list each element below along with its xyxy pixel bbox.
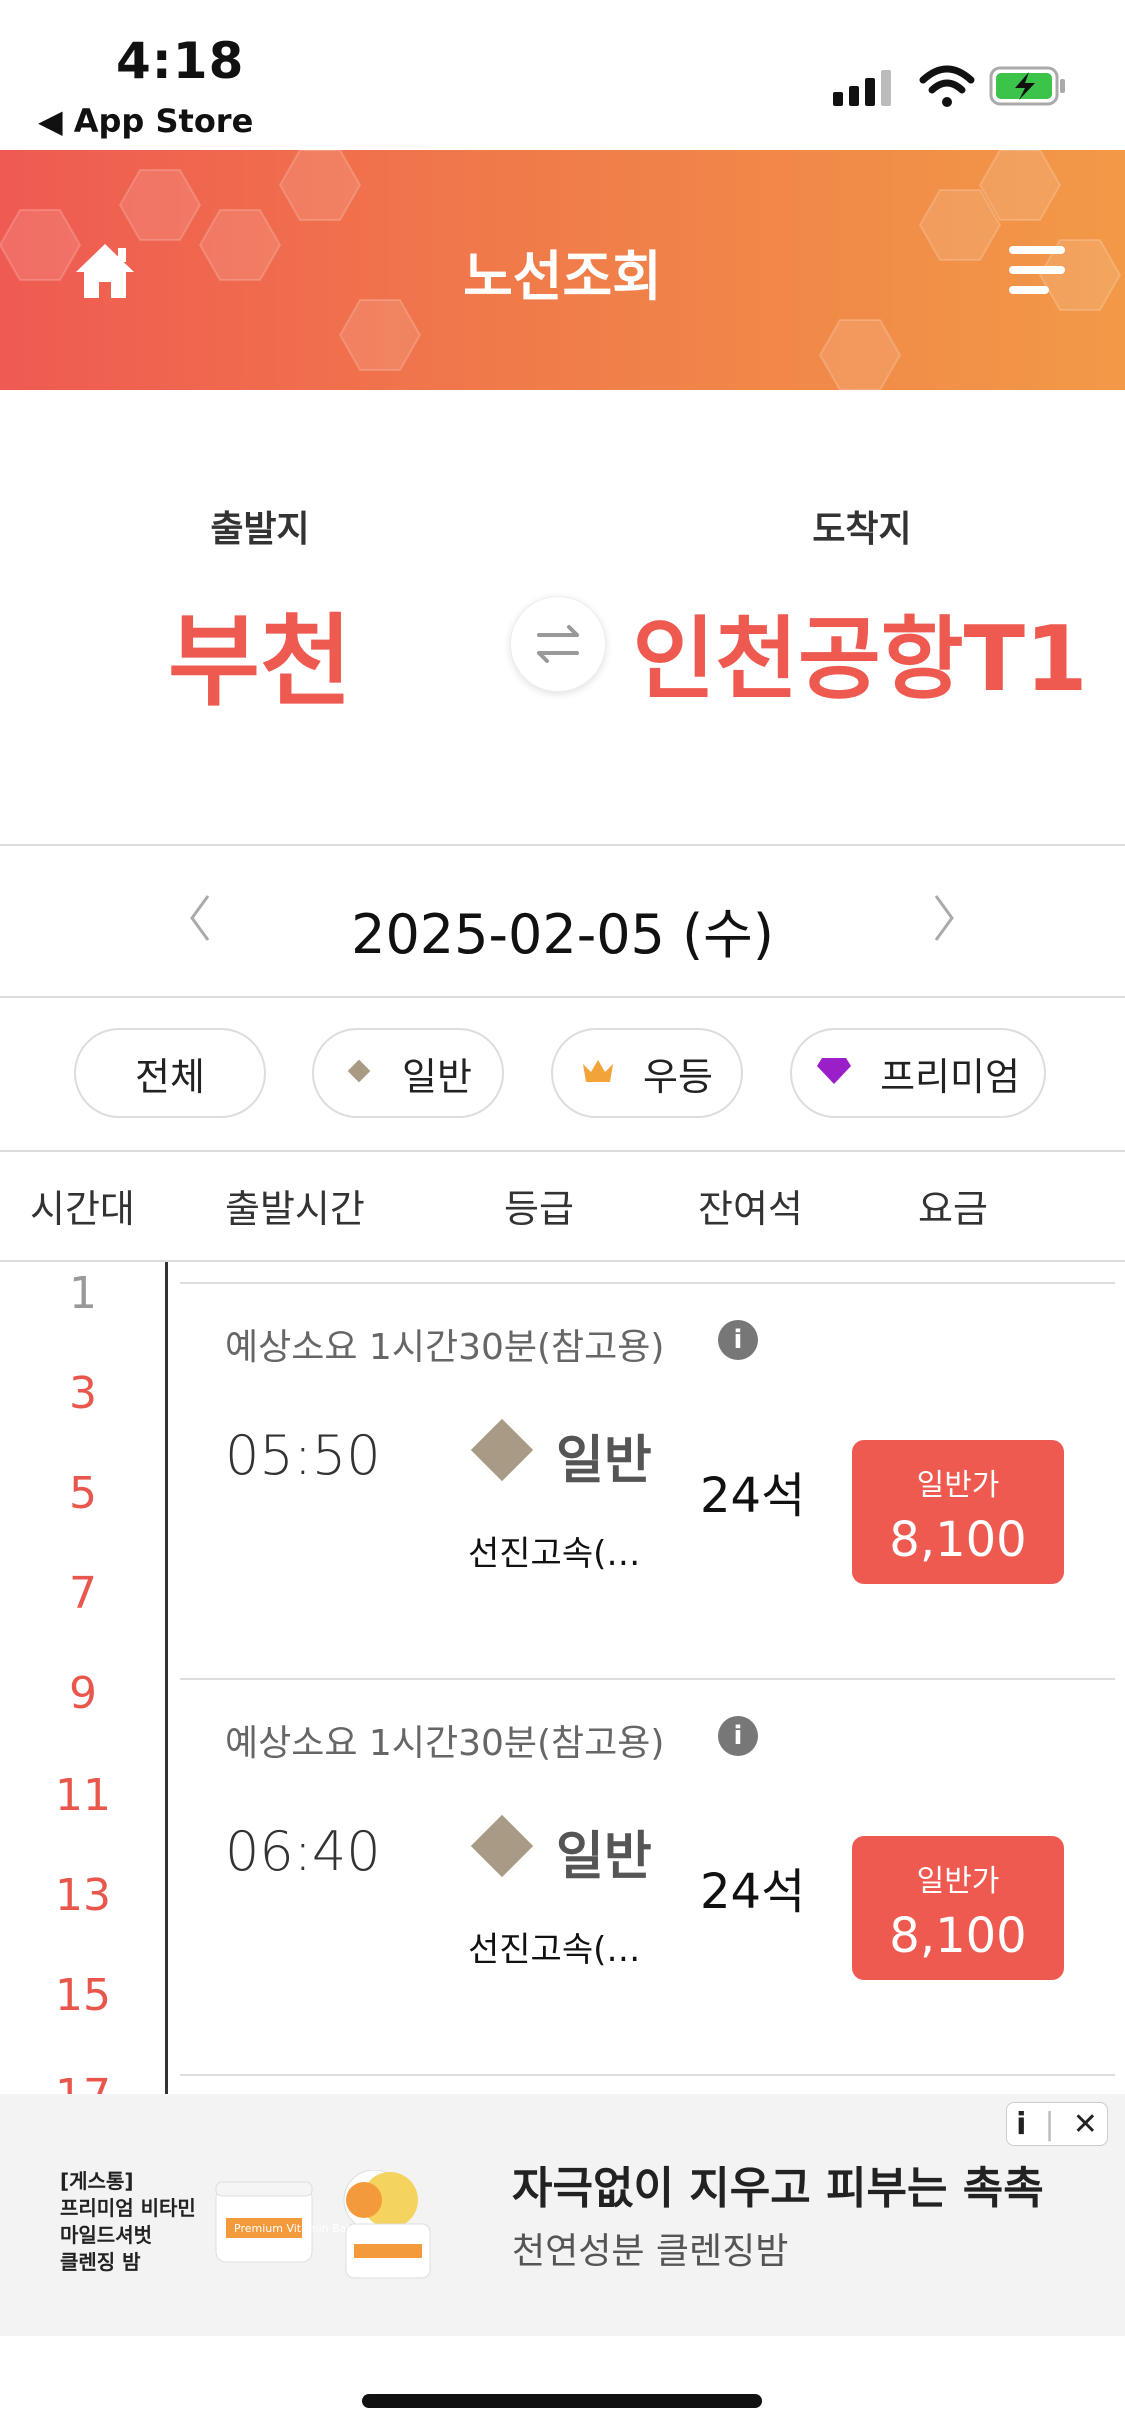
signal-icon: [833, 70, 891, 106]
col-fare: 요금: [918, 1187, 988, 1231]
departure-time: 05:50: [225, 1424, 381, 1487]
info-icon[interactable]: i: [718, 1716, 758, 1756]
fare-button[interactable]: 일반가 8,100: [852, 1836, 1064, 1980]
divider: [0, 1260, 1125, 1262]
ad-headline: 자극없이 지우고 피부는 촉촉: [512, 2163, 1044, 2214]
card-separator: [180, 2074, 1115, 2076]
card-separator: [180, 1678, 1115, 1680]
crown-icon: [581, 1051, 615, 1095]
diamond-icon: [470, 1814, 534, 1878]
ad-close-icon[interactable]: ✕: [1073, 2107, 1098, 2142]
chevron-right-icon: [934, 895, 954, 941]
hour-marker[interactable]: 9: [28, 1668, 138, 1719]
swap-route-button[interactable]: [510, 596, 606, 692]
departure-label: 출발지: [210, 509, 310, 550]
hour-marker[interactable]: 3: [28, 1368, 138, 1419]
filter-label: 일반: [402, 1054, 472, 1099]
col-grade: 등급: [504, 1187, 574, 1231]
back-to-app-store[interactable]: ◀ App Store: [38, 102, 253, 140]
filter-normal[interactable]: 일반: [312, 1028, 504, 1118]
fare-button[interactable]: 일반가 8,100: [852, 1440, 1064, 1584]
filter-premium[interactable]: 프리미엄: [790, 1028, 1046, 1118]
divider: [0, 996, 1125, 998]
hour-marker[interactable]: 13: [28, 1870, 138, 1921]
divider: [0, 1150, 1125, 1152]
ad-subtitle: 천연성분 클렌징밤: [512, 2231, 789, 2272]
page-title: 노선조회: [463, 245, 662, 308]
departure-city[interactable]: 부천: [60, 580, 460, 725]
fare-type: 일반가: [916, 1468, 1000, 1503]
ad-info-icon[interactable]: i: [1016, 2107, 1026, 2142]
col-departure-time: 출발시간: [225, 1187, 365, 1231]
hour-marker[interactable]: 7: [28, 1568, 138, 1619]
filter-deluxe[interactable]: 우등: [551, 1028, 743, 1118]
col-time-range: 시간대: [30, 1187, 135, 1231]
remaining-seats: 24석: [700, 1864, 806, 1920]
ad-product-caption: [게스통] 프리미엄 비타민 마일드셔벗 클렌징 밤: [60, 2169, 196, 2274]
estimated-duration: 예상소요 1시간30분(참고용): [225, 1327, 665, 1368]
grade-label: 일반: [556, 1827, 652, 1887]
fare-type: 일반가: [916, 1864, 1000, 1899]
card-separator: [180, 1282, 1115, 1284]
swap-icon: [537, 625, 579, 663]
divider: [0, 844, 1125, 846]
fare-amount: 8,100: [889, 1512, 1027, 1568]
filter-label: 프리미엄: [880, 1054, 1020, 1099]
menu-icon[interactable]: [1009, 246, 1065, 294]
remaining-seats: 24석: [700, 1468, 806, 1524]
ad-product-image: Premium Vitamin Balm: [214, 2169, 444, 2284]
app-header: 노선조회: [0, 150, 1125, 390]
timeline-line: [165, 1262, 168, 2096]
status-icons: [833, 62, 1073, 126]
filter-all[interactable]: 전체: [74, 1028, 266, 1118]
hour-marker[interactable]: 15: [28, 1970, 138, 2021]
arrival-city[interactable]: 인천공항T1: [620, 586, 1100, 716]
hour-marker[interactable]: 11: [28, 1770, 138, 1821]
filter-label: 우등: [643, 1054, 713, 1099]
hour-marker[interactable]: 5: [28, 1468, 138, 1519]
fare-amount: 8,100: [889, 1908, 1027, 1964]
bus-company: 선진고속(…: [468, 1534, 641, 1574]
hour-marker[interactable]: 1: [28, 1268, 138, 1319]
gem-icon: [816, 1051, 852, 1095]
departure-time: 06:40: [225, 1820, 381, 1883]
arrival-label: 도착지: [812, 509, 912, 550]
svg-text:Premium Vitamin Balm: Premium Vitamin Balm: [234, 2222, 360, 2235]
col-seats: 잔여석: [698, 1187, 803, 1231]
next-date-button[interactable]: [924, 888, 964, 948]
wifi-icon: [919, 65, 975, 107]
battery-icon: [989, 66, 1065, 106]
filter-label: 전체: [135, 1054, 205, 1099]
info-icon[interactable]: i: [718, 1320, 758, 1360]
hour-marker[interactable]: 17: [28, 2070, 138, 2094]
home-indicator[interactable]: [362, 2394, 762, 2408]
bus-company: 선진고속(…: [468, 1930, 641, 1970]
diamond-icon: [344, 1051, 374, 1095]
status-time: 4:18: [116, 32, 245, 90]
grade-label: 일반: [556, 1431, 652, 1491]
diamond-icon: [470, 1418, 534, 1482]
estimated-duration: 예상소요 1시간30분(참고용): [225, 1723, 665, 1764]
ad-controls[interactable]: i | ✕: [1006, 2102, 1108, 2146]
